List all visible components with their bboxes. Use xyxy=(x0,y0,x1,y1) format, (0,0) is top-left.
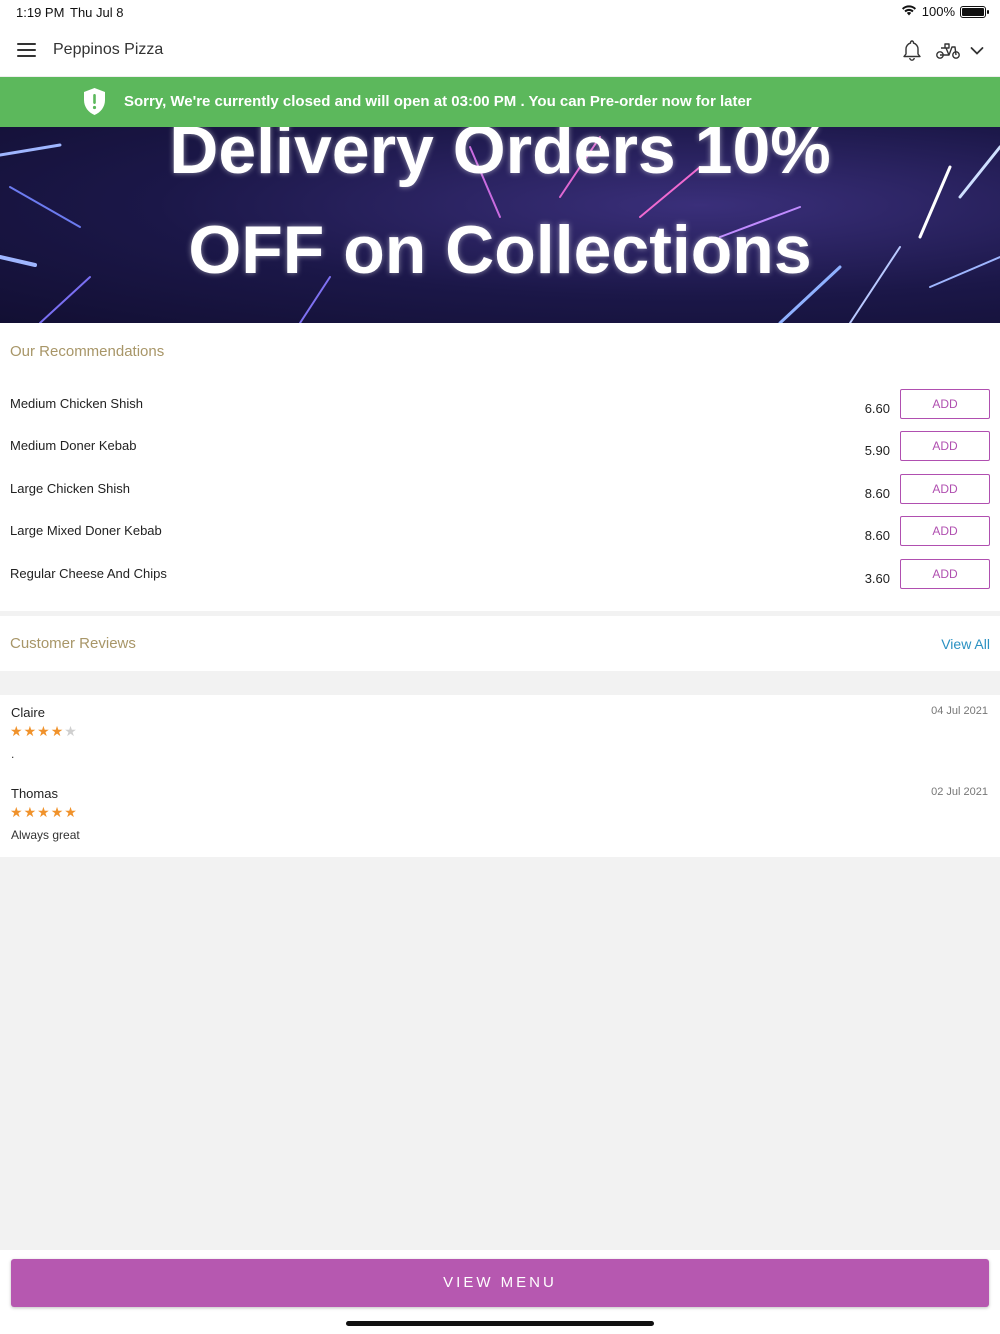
item-price: 6.60 xyxy=(864,401,890,416)
star-icon: ★ xyxy=(23,723,37,739)
add-button[interactable]: ADD xyxy=(900,559,990,589)
app-bar: Peppinos Pizza xyxy=(0,24,1000,77)
status-date: Thu Jul 8 xyxy=(70,5,124,20)
review-date: 04 Jul 2021 xyxy=(931,705,988,717)
item-name: Large Mixed Doner Kebab xyxy=(10,523,162,538)
star-icon: ★ xyxy=(50,804,64,820)
app-title: Peppinos Pizza xyxy=(53,41,164,58)
star-icon: ★ xyxy=(50,723,64,739)
star-icon: ★ xyxy=(10,723,23,739)
review-date: 02 Jul 2021 xyxy=(931,786,988,798)
item-price: 8.60 xyxy=(864,486,890,501)
recommendations-section: Our Recommendations Medium Chicken Shish… xyxy=(0,323,1000,611)
star-icon: ★ xyxy=(37,723,50,739)
status-right: 100% xyxy=(901,4,989,19)
reviewer-name: Thomas xyxy=(11,786,58,801)
promo-banner[interactable]: Delivery Orders 10% OFF on Collections xyxy=(0,127,1000,323)
add-button[interactable]: ADD xyxy=(900,516,990,546)
list-item: Large Chicken Shish 8.60 ADD xyxy=(0,474,1000,523)
menu-icon[interactable] xyxy=(17,43,36,57)
list-item: Medium Doner Kebab 5.90 ADD xyxy=(0,431,1000,480)
battery-icon xyxy=(960,5,989,18)
view-all-link[interactable]: View All xyxy=(941,636,990,652)
review-text: Always great xyxy=(11,828,80,842)
star-icon: ★ xyxy=(10,804,23,820)
item-name: Regular Cheese And Chips xyxy=(10,566,167,581)
reviews-list: Claire 04 Jul 2021 ★ ★ ★ ★ ★ . Thomas 02 Jul… xyxy=(0,695,1000,857)
item-price: 5.90 xyxy=(864,443,890,458)
reviews-title: Customer Reviews xyxy=(10,635,136,652)
recommendations-title: Our Recommendations xyxy=(10,343,165,360)
battery-percent: 100% xyxy=(921,4,955,19)
reviews-header: Customer Reviews View All xyxy=(0,616,1000,671)
review-item: Claire 04 Jul 2021 ★ ★ ★ ★ ★ . xyxy=(0,695,1000,775)
add-button[interactable]: ADD xyxy=(900,474,990,504)
item-name: Medium Doner Kebab xyxy=(10,438,137,453)
item-name: Large Chicken Shish xyxy=(10,481,130,496)
view-menu-button[interactable]: VIEW MENU xyxy=(11,1259,989,1307)
reviewer-name: Claire xyxy=(11,705,45,720)
item-price: 3.60 xyxy=(864,571,890,586)
item-name: Medium Chicken Shish xyxy=(10,396,143,411)
chevron-down-icon[interactable] xyxy=(970,43,984,61)
star-rating: ★ ★ ★ ★ ★ xyxy=(10,724,77,738)
list-item: Medium Chicken Shish 6.60 ADD xyxy=(0,389,1000,438)
home-indicator xyxy=(346,1321,654,1326)
star-icon: ★ xyxy=(23,804,37,820)
star-icon: ★ xyxy=(37,804,50,820)
closed-banner: Sorry, We're currently closed and will o… xyxy=(0,77,1000,127)
review-text: . xyxy=(11,747,15,761)
shield-alert-icon xyxy=(83,87,106,120)
status-time: 1:19 PM xyxy=(16,5,65,20)
scooter-icon[interactable] xyxy=(935,40,961,65)
add-button[interactable]: ADD xyxy=(900,431,990,461)
closed-message: Sorry, We're currently closed and will o… xyxy=(124,93,752,110)
star-icon: ★ xyxy=(64,723,77,739)
list-item: Regular Cheese And Chips 3.60 ADD xyxy=(0,559,1000,608)
bell-icon[interactable] xyxy=(902,39,922,66)
list-item: Large Mixed Doner Kebab 8.60 ADD xyxy=(0,516,1000,565)
star-icon: ★ xyxy=(64,804,77,820)
star-rating: ★ ★ ★ ★ ★ xyxy=(10,805,77,819)
promo-line-2: OFF on Collections xyxy=(188,212,812,288)
review-item: Thomas 02 Jul 2021 ★ ★ ★ ★ ★ Always great xyxy=(0,776,1000,856)
add-button[interactable]: ADD xyxy=(900,389,990,419)
status-bar: 1:19 PM Thu Jul 8 100% xyxy=(0,0,1000,24)
wifi-icon xyxy=(901,4,917,19)
promo-line-1: Delivery Orders 10% xyxy=(169,127,831,188)
item-price: 8.60 xyxy=(864,528,890,543)
